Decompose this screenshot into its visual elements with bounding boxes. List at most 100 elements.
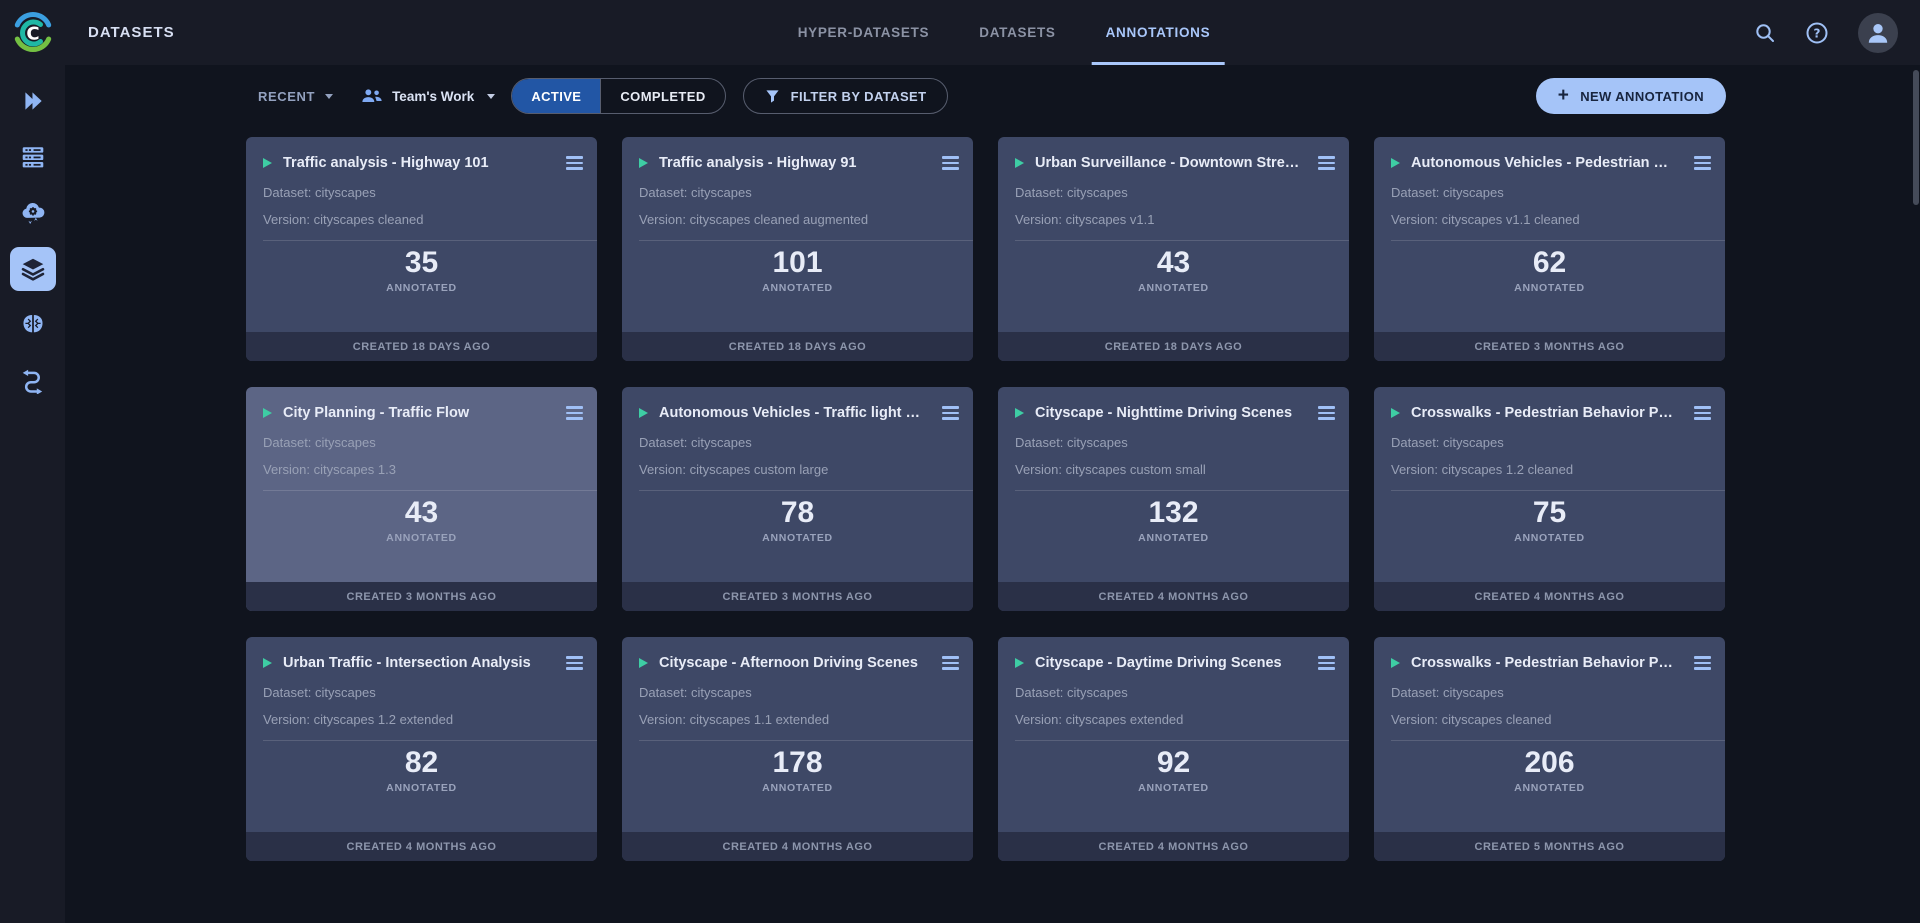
annotated-count: 206 [1374,747,1725,779]
topbar-actions: ? [1754,13,1920,53]
card-header: Traffic analysis - Highway 91 [622,137,973,173]
sidebar-item-deployments[interactable] [0,185,65,241]
card-version-line: Version: cityscapes cleaned augmented [622,212,973,227]
annotated-count: 92 [998,747,1349,779]
card-header: Autonomous Vehicles - Pedestrian … [1374,137,1725,173]
play-icon [1391,408,1400,418]
card-divider [263,740,597,741]
card-version-line: Version: cityscapes custom small [998,462,1349,477]
help-icon[interactable]: ? [1805,21,1829,45]
tab-datasets[interactable]: DATASETS [979,0,1055,65]
hamburger-menu-icon[interactable] [1318,153,1335,173]
vertical-scrollbar[interactable] [1913,70,1919,205]
card-header: Crosswalks - Pedestrian Behavior P… [1374,387,1725,423]
play-icon [639,658,648,668]
annotation-card[interactable]: Traffic analysis - Highway 91 Dataset: c… [622,137,973,361]
sidebar-item-datasets[interactable] [0,241,65,297]
card-title: Cityscape - Daytime Driving Scenes [1035,655,1306,671]
annotation-card[interactable]: Autonomous Vehicles - Pedestrian … Datas… [1374,137,1725,361]
hamburger-menu-icon[interactable] [566,153,583,173]
sidebar [0,65,65,923]
annotated-label: ANNOTATED [246,532,597,544]
brain-icon [20,312,46,338]
card-created-footer: CREATED 4 MONTHS AGO [622,832,973,861]
hamburger-menu-icon[interactable] [566,403,583,423]
annotation-card[interactable]: City Planning - Traffic Flow Dataset: ci… [246,387,597,611]
funnel-icon [765,89,780,104]
layers-icon [20,256,46,282]
filter-by-dataset-button[interactable]: FILTER BY DATASET [743,78,949,114]
card-dataset-line: Dataset: cityscapes [998,435,1349,450]
new-annotation-button[interactable]: + NEW ANNOTATION [1536,78,1726,114]
hamburger-menu-icon[interactable] [1694,403,1711,423]
annotated-label: ANNOTATED [622,532,973,544]
annotation-card[interactable]: Autonomous Vehicles - Traffic light … Da… [622,387,973,611]
user-avatar[interactable] [1858,13,1898,53]
hamburger-menu-icon[interactable] [1694,653,1711,673]
annotation-card[interactable]: Cityscape - Afternoon Driving Scenes Dat… [622,637,973,861]
card-created-footer: CREATED 4 MONTHS AGO [246,832,597,861]
cloud-gear-icon [20,200,46,226]
annotated-count: 78 [622,497,973,529]
chevron-down-icon [325,94,333,99]
hamburger-menu-icon[interactable] [942,403,959,423]
annotation-card[interactable]: Crosswalks - Pedestrian Behavior P… Data… [1374,637,1725,861]
card-title: Urban Traffic - Intersection Analysis [283,655,554,671]
app-logo[interactable]: C [0,0,65,65]
play-icon [263,408,272,418]
annotation-card[interactable]: Urban Surveillance - Downtown Stre… Data… [998,137,1349,361]
hamburger-menu-icon[interactable] [1318,403,1335,423]
hamburger-menu-icon[interactable] [942,153,959,173]
annotated-count: 62 [1374,247,1725,279]
card-title: Crosswalks - Pedestrian Behavior P… [1411,655,1682,671]
top-bar: C DATASETS HYPER-DATASETS DATASETS ANNOT… [0,0,1920,65]
annotation-card[interactable]: Traffic analysis - Highway 101 Dataset: … [246,137,597,361]
annotation-card[interactable]: Cityscape - Nighttime Driving Scenes Dat… [998,387,1349,611]
play-icon [1015,408,1024,418]
annotation-card[interactable]: Crosswalks - Pedestrian Behavior P… Data… [1374,387,1725,611]
card-divider [1015,740,1349,741]
chevron-down-icon [487,94,495,99]
toggle-completed[interactable]: COMPLETED [600,79,724,113]
hamburger-menu-icon[interactable] [1318,653,1335,673]
card-dataset-line: Dataset: cityscapes [1374,435,1725,450]
hamburger-menu-icon[interactable] [566,653,583,673]
card-version-line: Version: cityscapes cleaned [246,212,597,227]
hamburger-menu-icon[interactable] [1694,153,1711,173]
search-icon[interactable] [1754,22,1776,44]
card-header: Urban Traffic - Intersection Analysis [246,637,597,673]
card-created-footer: CREATED 18 DAYS AGO [622,332,973,361]
toggle-active[interactable]: ACTIVE [512,79,600,113]
card-title: Cityscape - Afternoon Driving Scenes [659,655,930,671]
card-divider [1391,240,1725,241]
annotated-count: 35 [246,247,597,279]
play-icon [1391,158,1400,168]
sidebar-item-workers-queues[interactable] [0,129,65,185]
play-icon [639,158,648,168]
card-header: Crosswalks - Pedestrian Behavior P… [1374,637,1725,673]
annotated-label: ANNOTATED [622,282,973,294]
card-divider [639,740,973,741]
play-icon [639,408,648,418]
tab-annotations[interactable]: ANNOTATIONS [1106,0,1211,65]
card-version-line: Version: cityscapes 1.3 [246,462,597,477]
sort-dropdown[interactable]: RECENT [258,89,333,104]
pipeline-icon [20,368,46,394]
scope-dropdown[interactable]: Team's Work [361,87,495,105]
header-tabs: HYPER-DATASETS DATASETS ANNOTATIONS [798,0,1211,65]
card-dataset-line: Dataset: cityscapes [1374,685,1725,700]
hamburger-menu-icon[interactable] [942,653,959,673]
page-title: DATASETS [88,24,175,41]
annotated-count: 82 [246,747,597,779]
card-dataset-line: Dataset: cityscapes [246,185,597,200]
card-version-line: Version: cityscapes v1.1 [998,212,1349,227]
sidebar-item-models[interactable] [0,297,65,353]
sidebar-item-launch[interactable] [0,73,65,129]
annotation-card[interactable]: Urban Traffic - Intersection Analysis Da… [246,637,597,861]
card-created-footer: CREATED 4 MONTHS AGO [998,582,1349,611]
play-icon [1015,158,1024,168]
sidebar-item-pipelines[interactable] [0,353,65,409]
annotation-card[interactable]: Cityscape - Daytime Driving Scenes Datas… [998,637,1349,861]
tab-hyper-datasets[interactable]: HYPER-DATASETS [798,0,930,65]
annotated-label: ANNOTATED [998,532,1349,544]
